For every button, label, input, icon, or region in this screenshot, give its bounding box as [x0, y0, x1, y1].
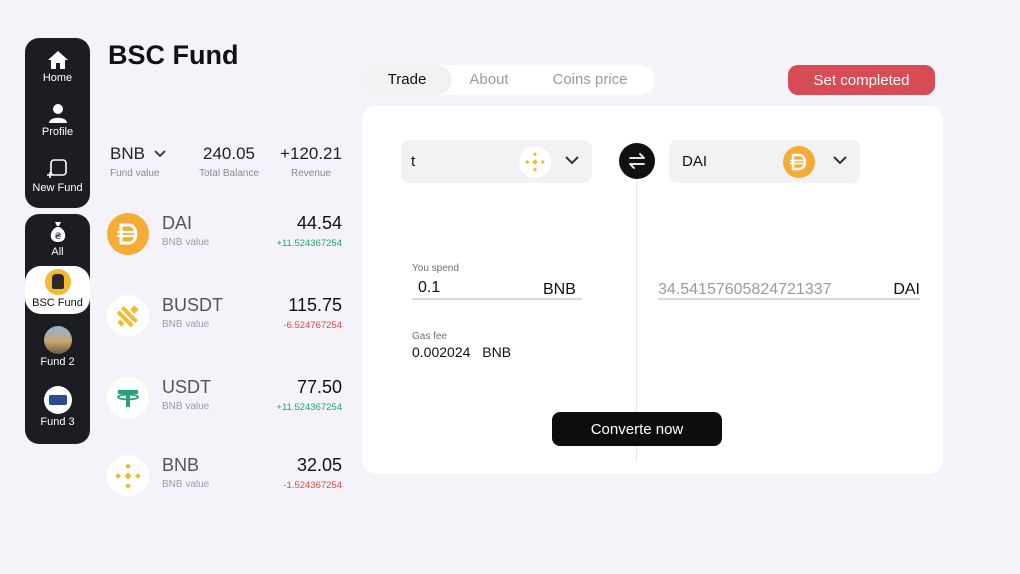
- currency-sub: Fund value: [110, 168, 160, 179]
- nav-fund-2[interactable]: Fund 2: [25, 326, 90, 368]
- nav-home[interactable]: Home: [25, 50, 90, 84]
- total-balance: 240.05 Total Balance: [194, 144, 264, 179]
- chevron-down-icon: [154, 150, 166, 158]
- gas-fee-value: 0.002024 BNB: [412, 344, 511, 360]
- dai-icon: [107, 213, 149, 255]
- fund-avatar: [43, 326, 72, 354]
- currency-selector[interactable]: BNB Fund value: [110, 144, 167, 179]
- nav-new-fund[interactable]: New Fund: [25, 158, 90, 194]
- set-completed-button[interactable]: Set completed: [788, 65, 935, 95]
- to-coin-value: DAI: [682, 153, 708, 170]
- receive-amount: 34.54157605824721337: [658, 281, 832, 298]
- tab-trade[interactable]: Trade: [362, 65, 452, 95]
- coin-sub: BNB value: [162, 319, 210, 330]
- money-bag-icon: ₴: [50, 222, 65, 242]
- funds-nav: ₴ All BSC Fund Fund 2 Fund 3: [25, 214, 90, 444]
- home-icon: [47, 51, 68, 69]
- svg-text:₴: ₴: [54, 232, 61, 242]
- total-balance-label: Total Balance: [198, 168, 260, 179]
- gas-fee-unit: BNB: [482, 344, 512, 360]
- currency-label: BNB: [110, 144, 145, 163]
- nav-new-fund-label: New Fund: [32, 182, 83, 194]
- swap-button[interactable]: [619, 143, 655, 179]
- gas-fee-label: Gas fee: [412, 331, 448, 342]
- receive-unit: DAI: [893, 281, 920, 298]
- convert-button[interactable]: Converte now: [552, 412, 722, 446]
- list-item[interactable]: DAI BNB value 44.54 +11.524367254: [107, 213, 342, 257]
- list-item[interactable]: USDT BNB value 77.50 +11.524367254: [107, 377, 342, 421]
- coin-sub: BNB value: [162, 479, 210, 490]
- dai-icon: [783, 146, 815, 178]
- spend-label: You spend: [412, 263, 459, 274]
- coin-name: DAI: [162, 213, 193, 233]
- receive-amount-field: 34.54157605824721337 DAI: [658, 278, 920, 300]
- swap-icon: [629, 153, 645, 169]
- bnb-icon: [519, 146, 551, 178]
- nav-fund-label: Fund 2: [40, 356, 75, 368]
- chevron-down-icon: [565, 156, 579, 165]
- new-fund-icon: [46, 159, 67, 178]
- coin-name: BUSDT: [162, 295, 224, 315]
- coin-change: +11.524367254: [276, 402, 342, 413]
- main-nav: Home Profile New Fund: [25, 38, 90, 208]
- bnb-icon: [107, 455, 149, 497]
- tab-coins-price[interactable]: Coins price: [532, 65, 648, 95]
- list-item[interactable]: BUSDT BNB value 115.75 -6.524767254: [107, 295, 342, 339]
- coin-change: -1.524367254: [283, 480, 342, 491]
- nav-all-label: All: [51, 246, 64, 258]
- total-balance-value: 240.05: [203, 144, 255, 163]
- chevron-down-icon: [833, 156, 847, 165]
- gas-fee-amount: 0.002024: [412, 344, 471, 360]
- spend-unit: BNB: [543, 281, 576, 298]
- coin-amount: 115.75: [288, 295, 342, 315]
- tab-about[interactable]: About: [452, 65, 526, 95]
- nav-profile[interactable]: Profile: [25, 102, 90, 138]
- page-title: BSC Fund: [108, 40, 239, 70]
- coin-amount: 32.05: [296, 455, 342, 475]
- revenue-label: Revenue: [290, 168, 332, 179]
- tab-bar: Trade About Coins price: [362, 65, 655, 95]
- coin-change: +11.524367254: [276, 238, 342, 249]
- to-coin-select[interactable]: DAI: [669, 140, 860, 183]
- from-coin-select[interactable]: t: [401, 140, 592, 183]
- nav-home-label: Home: [42, 72, 73, 84]
- tether-icon: [107, 377, 149, 419]
- coin-change: -6.524767254: [283, 320, 342, 331]
- coin-amount: 77.50: [296, 377, 342, 397]
- coin-sub: BNB value: [162, 237, 210, 248]
- nav-fund-3[interactable]: Fund 3: [25, 386, 90, 428]
- coin-name: BNB: [162, 455, 200, 475]
- nav-fund-label: Fund 3: [40, 416, 75, 428]
- coin-name: USDT: [162, 377, 211, 397]
- nav-profile-label: Profile: [41, 126, 74, 138]
- revenue: +120.21 Revenue: [280, 144, 342, 179]
- nav-fund-bsc[interactable]: BSC Fund: [25, 266, 90, 314]
- coin-amount: 44.54: [296, 213, 342, 233]
- nav-fund-label: BSC Fund: [32, 297, 83, 309]
- fund-avatar: [44, 269, 71, 295]
- revenue-value: +120.21: [280, 144, 342, 163]
- nav-all[interactable]: ₴ All: [25, 220, 90, 258]
- list-item[interactable]: BNB BNB value 32.05 -1.524367254: [107, 455, 342, 499]
- coin-sub: BNB value: [162, 401, 210, 412]
- fund-avatar: [43, 386, 72, 414]
- busd-icon: [107, 295, 149, 337]
- from-coin-value: t: [411, 153, 416, 170]
- trade-panel: t DAI You spend BNB 34.54157605824721337…: [362, 106, 943, 474]
- user-icon: [48, 104, 67, 123]
